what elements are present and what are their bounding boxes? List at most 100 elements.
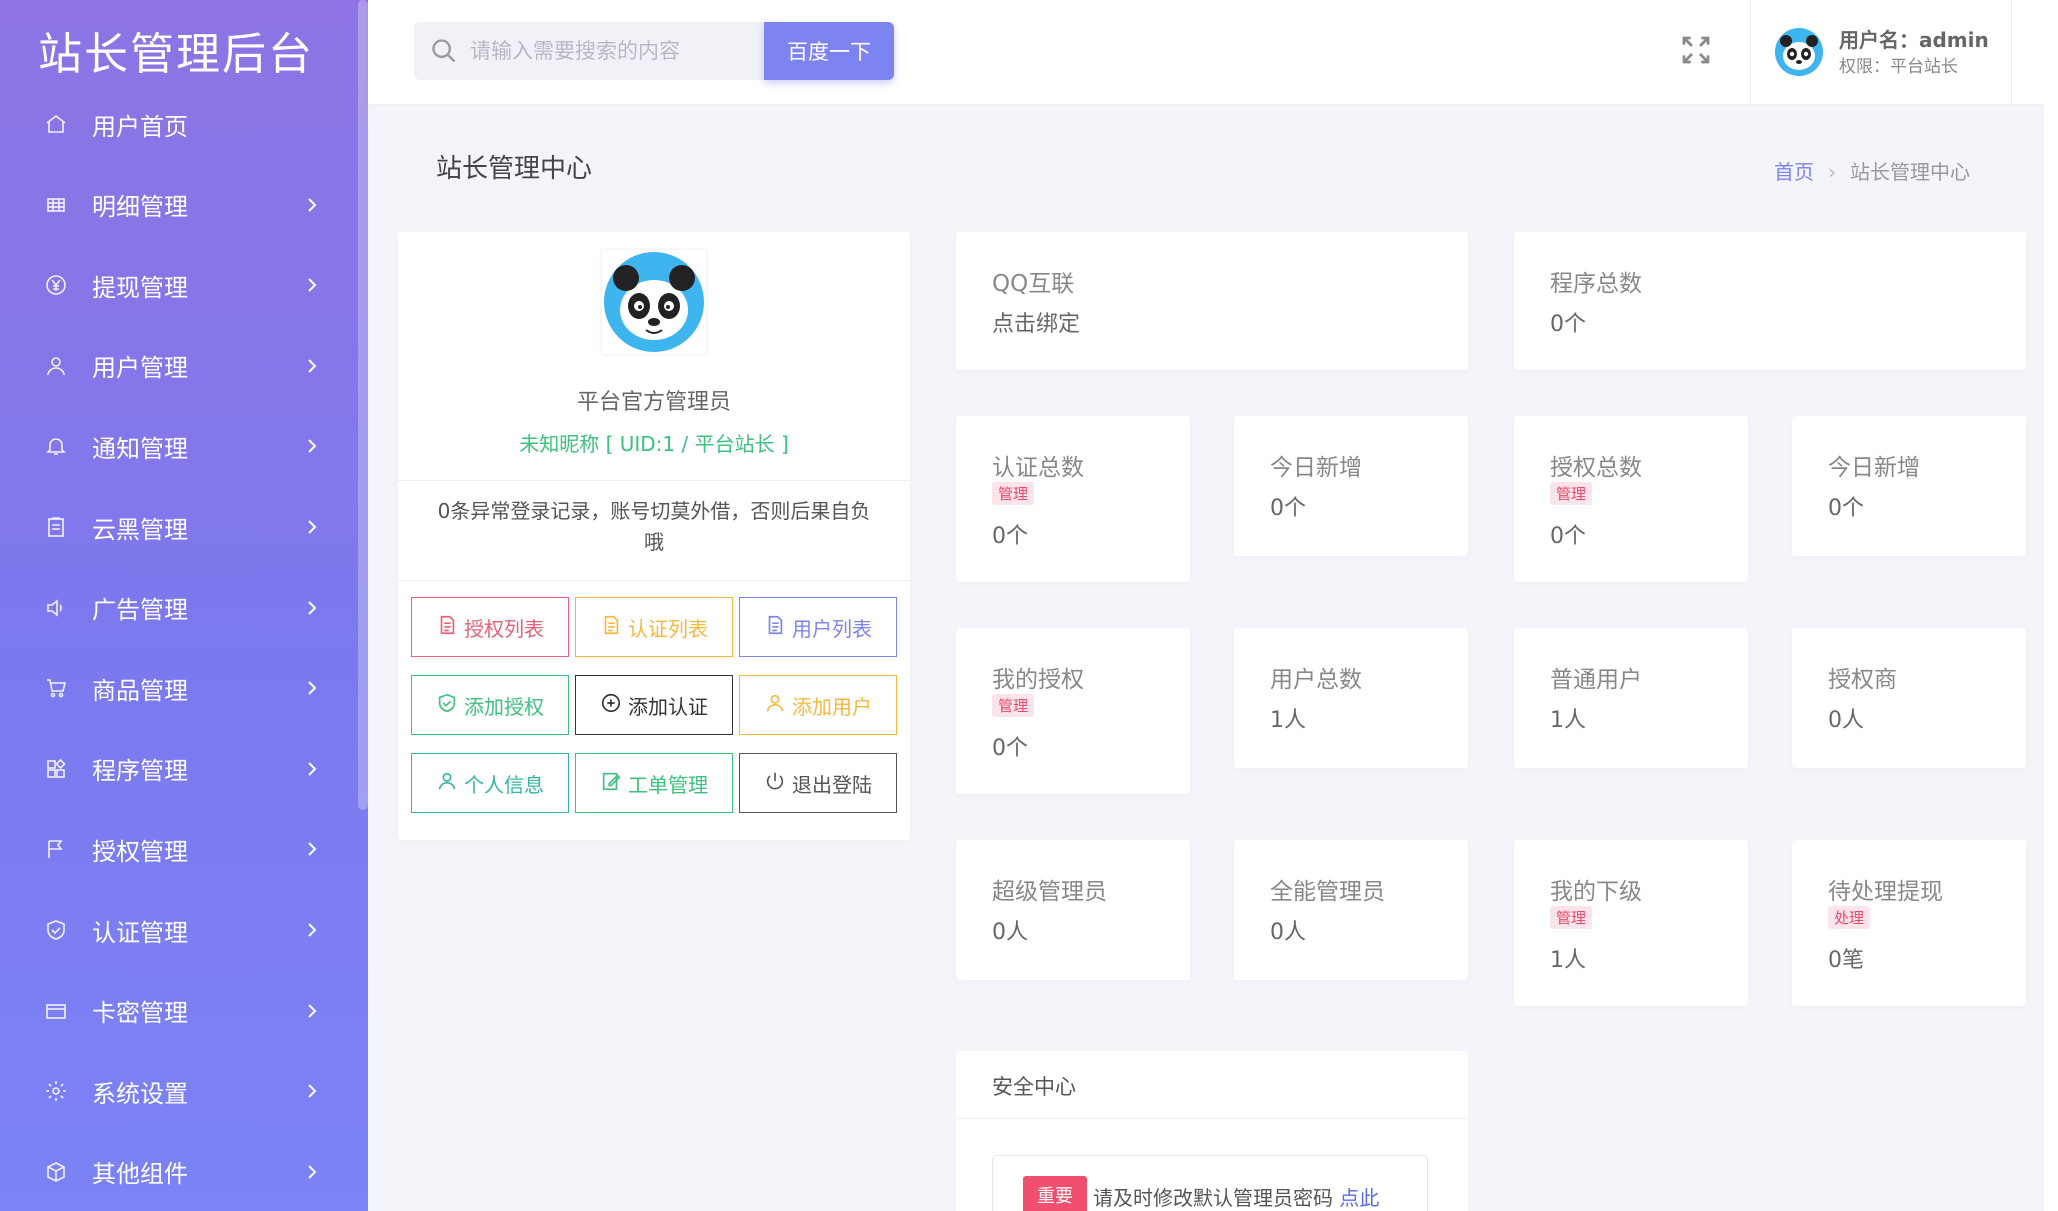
clipboard-icon: [44, 515, 68, 539]
username: 用户名：admin: [1839, 28, 1989, 52]
sidebar-scrollbar[interactable]: [358, 0, 368, 810]
action-button-6[interactable]: 添加用户: [739, 675, 897, 735]
action-button-2[interactable]: 认证列表: [575, 597, 733, 657]
sidebar-item-11[interactable]: 认证管理: [0, 900, 356, 960]
gear-icon: [44, 1079, 68, 1103]
sidebar-item-label: 系统设置: [92, 1079, 188, 1108]
file-icon: [764, 614, 786, 641]
stat-card-auth-total[interactable]: 授权总数 管理 0个: [1514, 416, 1748, 582]
stat-title: 程序总数: [1550, 271, 1642, 297]
status-badge[interactable]: 管理: [1550, 482, 1593, 505]
sidebar: 站长管理后台 用户首页明细管理提现管理用户管理通知管理云黑管理广告管理商品管理程…: [0, 0, 368, 1211]
sidebar-item-2[interactable]: 明细管理: [0, 175, 356, 235]
sidebar-item-4[interactable]: 用户管理: [0, 336, 356, 396]
security-card: 安全中心 重要 请及时修改默认管理员密码 点此: [956, 1051, 1468, 1211]
user-menu[interactable]: 用户名：admin 权限：平台站长: [1750, 0, 2012, 104]
sidebar-item-label: 商品管理: [92, 676, 188, 705]
brand-title: 站长管理后台: [38, 29, 314, 80]
action-button-8[interactable]: 工单管理: [575, 753, 733, 813]
stat-value: 0个: [1550, 524, 1586, 549]
sidebar-item-label: 通知管理: [92, 434, 188, 463]
stat-card-full-admin[interactable]: 全能管理员 0人: [1234, 840, 1468, 980]
stat-title: 授权商: [1828, 667, 1897, 693]
sidebar-item-7[interactable]: 广告管理: [0, 578, 356, 638]
status-badge[interactable]: 处理: [1828, 906, 1871, 929]
sidebar-item-label: 提现管理: [92, 273, 188, 302]
stat-title: 用户总数: [1270, 667, 1362, 693]
action-button-3[interactable]: 用户列表: [739, 597, 897, 657]
stat-value: 0个: [1828, 496, 1864, 521]
sidebar-item-label: 用户首页: [92, 112, 188, 141]
action-button-7[interactable]: 个人信息: [411, 753, 569, 813]
divider: [956, 1118, 1468, 1119]
stat-title: 待处理提现: [1828, 879, 1943, 905]
stat-value: 0个: [992, 736, 1028, 761]
security-link[interactable]: 点此: [1339, 1186, 1379, 1210]
chevron-right-icon: [300, 273, 324, 297]
stat-card-qq[interactable]: QQ互联 点击绑定: [956, 232, 1468, 370]
fullscreen-icon[interactable]: [1680, 34, 1712, 66]
sidebar-item-5[interactable]: 通知管理: [0, 416, 356, 476]
sidebar-item-12[interactable]: 卡密管理: [0, 981, 356, 1041]
chevron-right-icon: [300, 193, 324, 217]
action-button-1[interactable]: 授权列表: [411, 597, 569, 657]
stat-card-auth-today[interactable]: 今日新增 0个: [1792, 416, 2026, 556]
search-input[interactable]: [470, 32, 750, 70]
topbar: 百度一下 用户名：admin 权限：平台站长: [368, 0, 2058, 104]
stat-card-normal-users[interactable]: 普通用户 1人: [1514, 628, 1748, 768]
file-icon: [600, 614, 622, 641]
stat-card-pending-withdraw[interactable]: 待处理提现 处理 0笔: [1792, 840, 2026, 1006]
sidebar-item-13[interactable]: 系统设置: [0, 1061, 356, 1121]
breadcrumb-home[interactable]: 首页: [1774, 160, 1814, 184]
login-notice: 0条异常登录记录，账号切莫外借，否则后果自负哦: [437, 499, 871, 554]
chevron-right-icon: [300, 515, 324, 539]
stat-value: 1人: [1270, 708, 1306, 733]
stat-card-users-total[interactable]: 用户总数 1人: [1234, 628, 1468, 768]
sidebar-item-1[interactable]: 用户首页: [0, 94, 356, 154]
stat-value: 0笔: [1828, 948, 1864, 973]
stat-title: 今日新增: [1828, 455, 1920, 481]
bell-icon: [44, 434, 68, 458]
stat-card-my-auth[interactable]: 我的授权 管理 0个: [956, 628, 1190, 794]
stat-card-programs[interactable]: 程序总数 0个: [1514, 232, 2026, 370]
sidebar-item-label: 认证管理: [92, 918, 188, 947]
action-button-label: 添加认证: [628, 694, 708, 719]
stat-card-super-admin[interactable]: 超级管理员 0人: [956, 840, 1190, 980]
stat-title: 我的授权: [992, 667, 1084, 693]
stat-card-subordinates[interactable]: 我的下级 管理 1人: [1514, 840, 1748, 1006]
divider: [398, 580, 910, 581]
chevron-right-icon: [300, 596, 324, 620]
sidebar-item-14[interactable]: 其他组件: [0, 1142, 356, 1202]
sidebar-item-6[interactable]: 云黑管理: [0, 497, 356, 557]
search-button[interactable]: 百度一下: [764, 22, 894, 80]
stat-value: 1人: [1550, 708, 1586, 733]
stat-title: 全能管理员: [1270, 879, 1385, 905]
stat-card-cert-total[interactable]: 认证总数 管理 0个: [956, 416, 1190, 582]
sidebar-item-8[interactable]: 商品管理: [0, 658, 356, 718]
action-button-label: 添加授权: [464, 694, 544, 719]
security-notice: 重要 请及时修改默认管理员密码 点此: [992, 1155, 1428, 1211]
action-button-label: 退出登陆: [792, 772, 872, 797]
stat-value: 点击绑定: [992, 312, 1081, 337]
status-badge[interactable]: 管理: [992, 694, 1035, 717]
sidebar-item-9[interactable]: 程序管理: [0, 739, 356, 799]
stat-card-agents[interactable]: 授权商 0人: [1792, 628, 2026, 768]
sidebar-item-3[interactable]: 提现管理: [0, 255, 356, 315]
stat-value: 1人: [1550, 948, 1586, 973]
sidebar-item-10[interactable]: 授权管理: [0, 819, 356, 879]
action-button-5[interactable]: 添加认证: [575, 675, 733, 735]
stat-card-cert-today[interactable]: 今日新增 0个: [1234, 416, 1468, 556]
status-badge[interactable]: 管理: [992, 482, 1035, 505]
sidebar-item-label: 其他组件: [92, 1160, 188, 1189]
shield-check-icon: [436, 692, 458, 719]
action-button-4[interactable]: 添加授权: [411, 675, 569, 735]
action-button-label: 认证列表: [628, 616, 708, 641]
apps-icon: [44, 757, 68, 781]
cube-icon: [44, 1160, 68, 1184]
power-icon: [764, 770, 786, 797]
action-button-9[interactable]: 退出登陆: [739, 753, 897, 813]
action-button-label: 添加用户: [792, 694, 872, 719]
status-badge[interactable]: 管理: [1550, 906, 1593, 929]
chevron-right-icon: [300, 1079, 324, 1103]
breadcrumb-separator: ›: [1828, 160, 1836, 184]
